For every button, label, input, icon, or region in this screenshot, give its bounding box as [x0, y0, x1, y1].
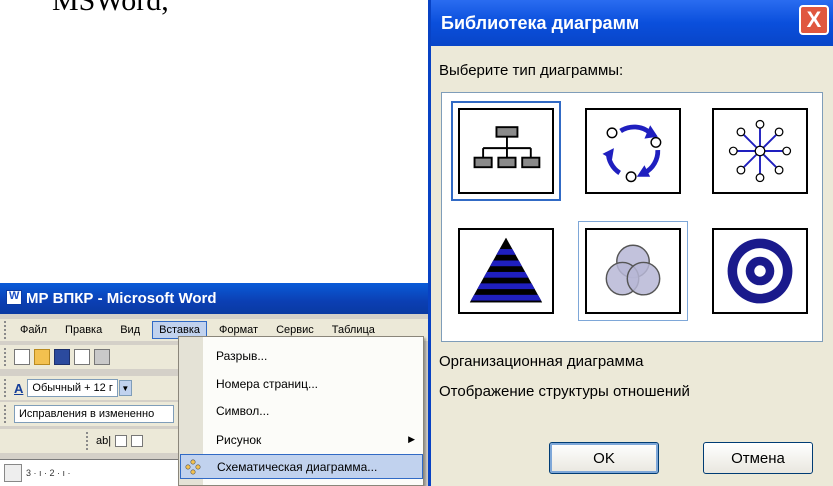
menu-file[interactable]: Файл: [14, 322, 53, 338]
menu-item-label: Рисунок: [216, 432, 262, 447]
menu-view[interactable]: Вид: [114, 322, 146, 338]
menu-item-page-numbers[interactable]: Номера страниц...: [203, 371, 423, 396]
diagram-tile-pyramid[interactable]: [451, 221, 561, 321]
cycle-diagram-icon: [602, 124, 662, 183]
toolbar-grip[interactable]: [4, 405, 10, 423]
tab-selector[interactable]: [4, 464, 22, 482]
radial-diagram-icon: [728, 119, 792, 183]
style-dropdown-arrow[interactable]: ▼: [118, 380, 132, 396]
ruler-marks: 3 · ı · 2 · ı ·: [26, 468, 71, 478]
venn-diagram-icon: [605, 244, 661, 296]
horizontal-ruler: 3 · ı · 2 · ı ·: [0, 459, 180, 486]
diagram-gallery-dialog: Библиотека диаграмм X Выберите тип диагр…: [428, 0, 833, 486]
dropdown-form-field-icon[interactable]: [131, 435, 144, 447]
diagram-type-grid: [441, 92, 823, 342]
menu-item-label: Схематическая диаграмма...: [217, 459, 378, 474]
diagram-tile-cycle[interactable]: [578, 101, 688, 201]
formatting-toolbar: A Обычный + 12 г ▼: [0, 376, 180, 400]
diagram-tile-target[interactable]: [705, 221, 815, 321]
toolbar-grip[interactable]: [4, 348, 10, 366]
menu-item-diagram[interactable]: Схематическая диаграмма...: [180, 454, 423, 479]
target-diagram-icon: [727, 238, 793, 304]
diagram-tile-venn[interactable]: [578, 221, 688, 321]
insert-menu: Разрыв... Номера страниц... Символ... Ри…: [178, 336, 424, 486]
menu-item-label: Номера страниц...: [216, 376, 318, 391]
save-icon[interactable]: [54, 349, 70, 365]
diagram-tile-radial[interactable]: [705, 101, 815, 201]
tile-frame: [712, 228, 808, 314]
tile-frame: [585, 228, 681, 314]
menu-item-label: Разрыв...: [216, 348, 268, 363]
checkbox-form-field-icon[interactable]: [115, 435, 128, 447]
document-text: MSWord,: [52, 0, 169, 17]
cancel-button[interactable]: Отмена: [703, 442, 813, 474]
diagram-type-name: Организационная диаграмма: [439, 353, 644, 370]
menu-item-break[interactable]: Разрыв...: [203, 343, 423, 368]
close-icon: X: [806, 7, 822, 32]
permission-icon[interactable]: [74, 349, 90, 365]
styles-icon[interactable]: A: [14, 381, 23, 396]
reviewing-toolbar: Исправления в измененно: [0, 402, 180, 426]
toolbar-grip[interactable]: [86, 432, 92, 450]
display-for-review-combo[interactable]: Исправления в измененно: [14, 405, 174, 423]
tile-frame: [712, 108, 808, 194]
diagram-tile-organization[interactable]: [451, 101, 561, 201]
word-app-icon: [6, 290, 22, 305]
menu-item-symbol[interactable]: Символ...: [203, 398, 423, 423]
diagram-menu-icon: [185, 459, 201, 475]
diagram-type-prompt: Выберите тип диаграммы:: [439, 62, 624, 79]
dialog-title-bar: Библиотека диаграмм X: [431, 0, 833, 46]
submenu-arrow-icon: ▶: [408, 434, 415, 444]
toolbar-grip[interactable]: [4, 379, 10, 397]
org-chart-icon: [473, 126, 541, 169]
new-document-icon[interactable]: [14, 349, 30, 365]
ok-button[interactable]: OK: [549, 442, 659, 474]
tile-frame: [458, 228, 554, 314]
standard-toolbar: [0, 345, 180, 369]
menubar-grip[interactable]: [4, 321, 10, 339]
text-form-field-icon[interactable]: ab|: [96, 435, 111, 447]
style-combo[interactable]: Обычный + 12 г: [27, 379, 118, 397]
open-folder-icon[interactable]: [34, 349, 50, 365]
tile-frame: [585, 108, 681, 194]
print-icon[interactable]: [94, 349, 110, 365]
forms-toolbar: ab|: [0, 429, 180, 453]
menu-edit[interactable]: Правка: [59, 322, 108, 338]
diagram-type-description: Отображение структуры отношений: [439, 383, 690, 400]
word-title-bar: МР ВПКР - Microsoft Word: [0, 283, 435, 314]
word-title-text: МР ВПКР - Microsoft Word: [26, 290, 217, 307]
pyramid-diagram-icon: [469, 237, 543, 303]
menu-item-label: Символ...: [216, 403, 270, 418]
dialog-title: Библиотека диаграмм: [441, 12, 640, 33]
close-button[interactable]: X: [799, 5, 829, 35]
menu-item-picture[interactable]: Рисунок ▶: [203, 427, 423, 452]
tile-frame: [458, 108, 554, 194]
